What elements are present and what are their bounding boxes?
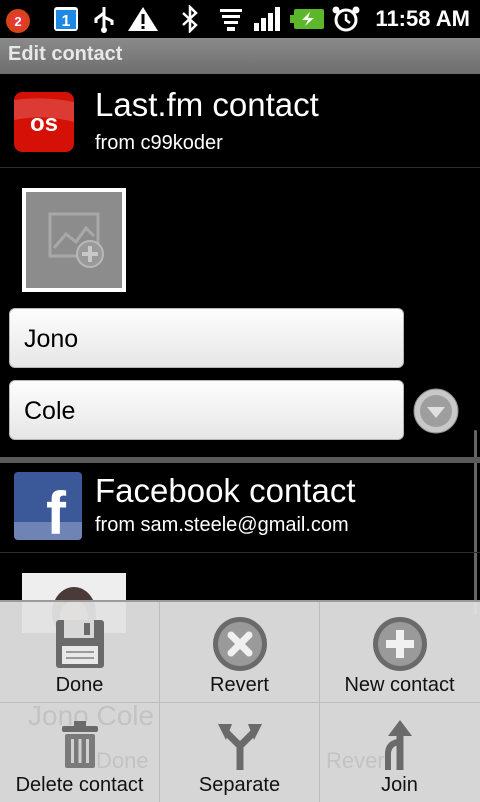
split-icon: [217, 724, 262, 770]
usb-icon: [94, 7, 114, 33]
lastfm-logo-icon: os: [14, 92, 74, 152]
lastfm-account-header: os Last.fm contact from c99koder: [0, 76, 480, 168]
account-source: from c99koder: [95, 132, 223, 154]
menu-label: Done: [55, 674, 104, 696]
account-name: Facebook contact: [95, 472, 356, 509]
contact-photo-button[interactable]: [22, 188, 126, 292]
last-name-input[interactable]: [22, 393, 386, 429]
status-bar: 2 1 11:58 AM: [0, 0, 480, 38]
calendar-icon: 1: [54, 7, 78, 31]
add-icon: [372, 617, 427, 671]
alarm-clock-icon: [332, 6, 360, 32]
svg-text:1: 1: [62, 13, 71, 30]
menu-label: Delete contact: [15, 774, 144, 796]
facebook-logo-icon: f: [14, 472, 82, 540]
divider: [0, 167, 480, 168]
page-title: Edit contact: [8, 43, 123, 65]
menu-item-separate[interactable]: Separate: [160, 702, 319, 802]
trash-icon: [61, 721, 98, 768]
account-separator: [0, 457, 480, 463]
first-name-input[interactable]: [22, 321, 386, 357]
menu-item-new-contact[interactable]: New contact: [320, 602, 479, 702]
notification-badge-icon: 2: [6, 9, 30, 33]
svg-text:f: f: [46, 480, 67, 540]
battery-charging-icon: [290, 9, 324, 29]
svg-text:2: 2: [14, 14, 21, 29]
add-photo-icon: [48, 212, 104, 268]
account-source: from sam.steele@gmail.com: [95, 514, 349, 536]
save-icon: [55, 620, 104, 668]
last-name-field[interactable]: [9, 380, 404, 440]
join-icon: [384, 720, 412, 770]
revert-icon: [212, 617, 267, 671]
wifi-icon: [220, 9, 242, 31]
menu-label: Revert: [210, 674, 269, 696]
menu-divider: [0, 702, 480, 703]
account-name: Last.fm contact: [95, 86, 319, 123]
menu-item-delete-contact[interactable]: Delete contact: [0, 702, 159, 802]
first-name-field[interactable]: [9, 308, 404, 368]
menu-item-revert[interactable]: Revert: [160, 602, 319, 702]
menu-item-join[interactable]: Join: [320, 702, 479, 802]
signal-strength-icon: [254, 7, 280, 31]
menu-label: Separate: [198, 774, 281, 796]
bluetooth-icon: [182, 5, 198, 33]
title-bar: Edit contact: [0, 38, 480, 74]
expand-name-fields-button[interactable]: [413, 388, 459, 434]
menu-label: Join: [381, 774, 418, 796]
menu-label: New contact: [344, 674, 455, 696]
warning-icon: [128, 7, 158, 31]
svg-text:os: os: [30, 110, 58, 137]
status-clock: 11:58 AM: [375, 6, 470, 31]
menu-item-done[interactable]: Done: [0, 602, 159, 702]
divider: [0, 552, 480, 553]
options-menu: Jono Cole Done Revert Done Revert New co…: [0, 600, 480, 802]
